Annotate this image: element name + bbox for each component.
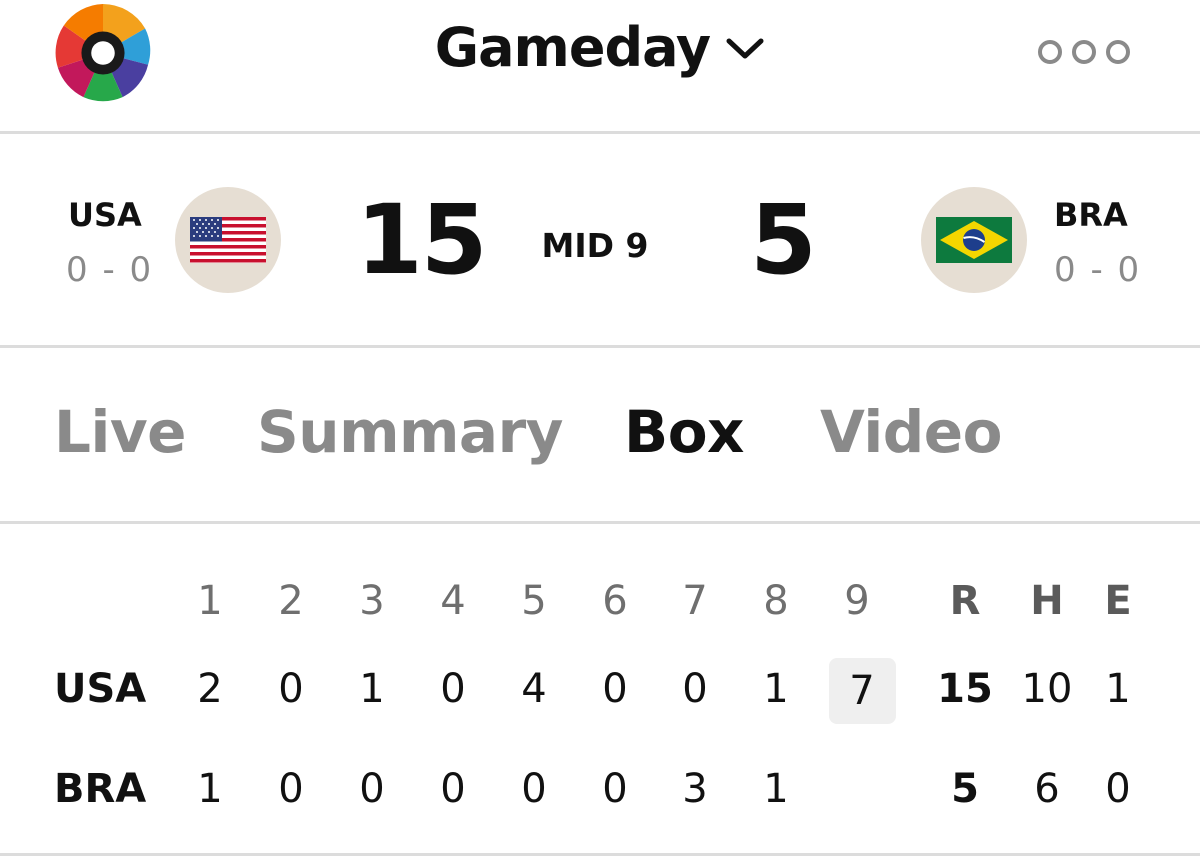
row-team-label: USA (54, 666, 147, 712)
home-team-score: 5 (750, 184, 817, 296)
tab-summary[interactable]: Summary (257, 398, 563, 466)
brazil-flag-icon (936, 217, 1012, 263)
tab-video[interactable]: Video (820, 398, 1002, 466)
away-team-flag[interactable] (175, 187, 281, 293)
inning-header: 4 (440, 578, 466, 624)
header-divider (0, 131, 1200, 134)
inning-header: 7 (682, 578, 708, 624)
tab-box[interactable]: Box (624, 398, 744, 466)
away-team-abbr: USA (68, 196, 142, 234)
home-team-flag[interactable] (921, 187, 1027, 293)
tabs-divider (0, 521, 1200, 524)
game-status: MID 9 (541, 226, 649, 265)
inning-header: 2 (278, 578, 304, 624)
inning-cell: 0 (278, 666, 304, 712)
inning-cell: 0 (602, 666, 628, 712)
inning-cell: 0 (440, 766, 466, 812)
inning-cell: 1 (359, 666, 385, 712)
errors-cell: 0 (1105, 766, 1131, 812)
hits-header: H (1030, 578, 1064, 624)
title-dropdown[interactable]: Gameday (0, 16, 1200, 79)
inning-cell: 3 (682, 766, 708, 812)
score-divider (0, 345, 1200, 348)
inning-cell: 0 (602, 766, 628, 812)
hits-cell: 10 (1021, 666, 1073, 712)
inning-header: 5 (521, 578, 547, 624)
inning-cell: 7 (849, 668, 875, 714)
more-options-icon[interactable] (1036, 36, 1132, 68)
inning-header: 6 (602, 578, 628, 624)
inning-cell: 1 (763, 666, 789, 712)
app-header: Gameday (0, 0, 1200, 132)
errors-header: E (1104, 578, 1132, 624)
usa-flag-icon (190, 217, 266, 263)
row-team-label: BRA (54, 766, 147, 812)
inning-cell: 0 (278, 766, 304, 812)
inning-cell: 4 (521, 666, 547, 712)
runs-cell: 15 (937, 666, 993, 712)
runs-cell: 5 (951, 766, 979, 812)
errors-cell: 1 (1105, 666, 1131, 712)
chevron-down-icon (726, 38, 764, 58)
runs-header: R (949, 578, 981, 624)
inning-cell: 1 (197, 766, 223, 812)
bottom-divider (0, 853, 1200, 856)
inning-cell: 0 (521, 766, 547, 812)
inning-cell: 1 (763, 766, 789, 812)
away-team-score: 15 (356, 184, 488, 296)
inning-cell: 0 (682, 666, 708, 712)
home-team-record: 0 - 0 (1054, 250, 1142, 290)
inning-header: 8 (763, 578, 789, 624)
inning-cell: 2 (197, 666, 223, 712)
inning-cell: 0 (440, 666, 466, 712)
home-team-abbr: BRA (1054, 196, 1128, 234)
inning-cell: 0 (359, 766, 385, 812)
inning-header: 3 (359, 578, 385, 624)
inning-header: 9 (844, 578, 870, 624)
inning-header: 1 (197, 578, 223, 624)
page-title: Gameday (434, 16, 711, 79)
hits-cell: 6 (1034, 766, 1060, 812)
tab-live[interactable]: Live (54, 398, 186, 466)
away-team-record: 0 - 0 (66, 250, 154, 290)
